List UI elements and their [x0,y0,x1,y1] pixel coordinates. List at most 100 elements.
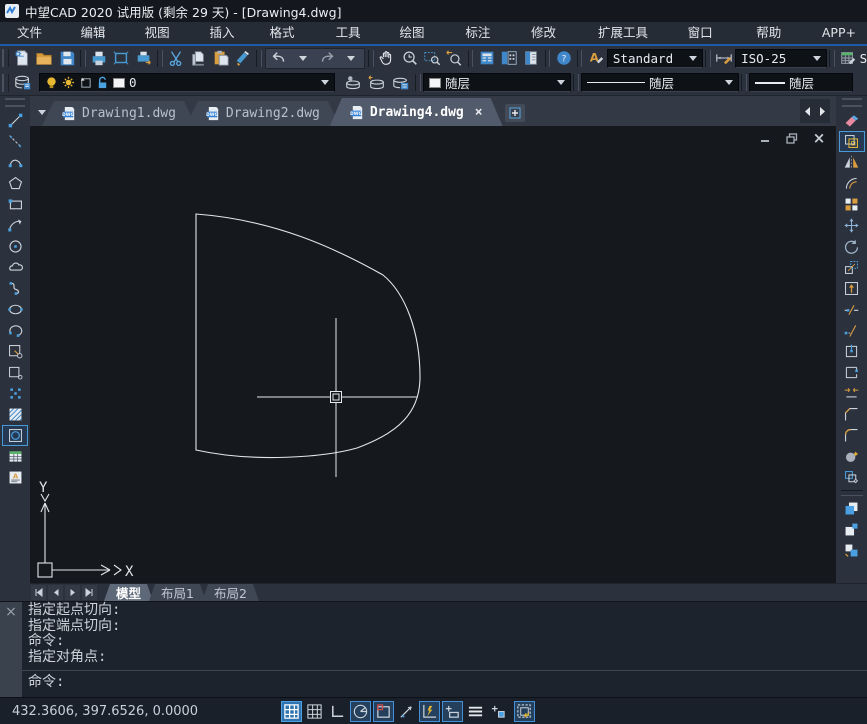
ellipse-tool[interactable] [2,299,28,320]
layer-manager-button[interactable] [11,72,35,94]
explode-tool[interactable] [839,467,865,488]
menu-app-plus[interactable]: APP+ [811,22,867,44]
menu-format[interactable]: 格式(O) [259,22,325,44]
color-select[interactable]: 随层 [423,73,571,92]
menu-draw[interactable]: 绘图(D) [389,22,455,44]
plot-button[interactable] [133,47,155,69]
tool-palettes-button[interactable] [520,47,542,69]
layout-last-button[interactable] [82,585,97,600]
zoom-previous-button[interactable] [443,47,465,69]
draw-order-back-tool[interactable] [839,519,865,540]
rotate-tool[interactable] [839,236,865,257]
cut-button[interactable] [165,47,187,69]
lineweight-toggle[interactable] [442,701,463,722]
circle-tool[interactable] [2,236,28,257]
command-input[interactable]: 命令: [28,675,863,691]
linetype-select[interactable]: 随层 [581,73,739,92]
dim-style-icon[interactable] [713,47,735,69]
print-preview-button[interactable] [110,47,132,69]
insert-block-tool[interactable] [2,341,28,362]
spline-tool[interactable] [2,278,28,299]
dynamic-input-toggle[interactable] [419,701,440,722]
menu-tools[interactable]: 工具(T) [325,22,389,44]
table-style-icon[interactable] [837,47,859,69]
text-style-select[interactable]: Standard [607,49,703,68]
tab-layout2[interactable]: 布局2 [202,584,259,601]
draw-order-front-tool[interactable] [839,498,865,519]
toolbar-grip[interactable] [2,49,9,67]
ellipse-arc-tool[interactable] [2,320,28,341]
hatch-tool[interactable] [2,404,28,425]
tab-scroll-right-icon[interactable] [815,99,830,123]
text-style-icon[interactable]: A [584,47,606,69]
toolbar-grip[interactable] [842,98,862,107]
menu-insert[interactable]: 插入(I) [198,22,258,44]
grid-toggle[interactable] [281,701,302,722]
line-tool[interactable] [2,110,28,131]
revision-cloud-tool[interactable] [2,257,28,278]
table-tool[interactable] [2,446,28,467]
save-button[interactable] [56,47,78,69]
dim-style-select[interactable]: ISO-25 [735,49,827,68]
redo-dropdown-arrow[interactable] [339,47,363,69]
polar-toggle[interactable] [350,701,371,722]
tab-drawing2[interactable]: DWG Drawing2.dwg [186,101,340,126]
layer-previous-button[interactable] [365,72,389,94]
toolbar-grip[interactable] [5,98,25,107]
menu-dimension[interactable]: 标注(N) [454,22,520,44]
array-tool[interactable] [839,194,865,215]
new-file-button[interactable] [11,47,33,69]
model-space-toggle[interactable] [514,701,535,722]
tab-drawing4-active[interactable]: DWG Drawing4.dwg × [330,98,503,126]
erase-tool[interactable] [839,110,865,131]
undo-dropdown-arrow[interactable] [291,47,315,69]
layer-isolate-button[interactable] [389,72,413,94]
command-panel-close[interactable]: × [0,602,22,698]
new-tab-button[interactable] [505,104,525,122]
scale-tool[interactable] [839,257,865,278]
zoom-window-button[interactable] [421,47,443,69]
polygon-tool[interactable] [2,173,28,194]
polyline-tool[interactable] [2,152,28,173]
draw-order-above-tool[interactable] [839,540,865,561]
layout-first-button[interactable] [31,585,46,600]
design-center-button[interactable] [498,47,520,69]
help-button[interactable]: ? [552,47,574,69]
copy-button[interactable] [187,47,209,69]
menu-window[interactable]: 窗口(W) [677,22,746,44]
move-tool[interactable] [839,215,865,236]
model-space-view[interactable]: Y X [30,126,836,583]
rectangle-tool[interactable] [2,194,28,215]
menu-file[interactable]: 文件(F) [6,22,69,44]
match-properties-button[interactable] [232,47,254,69]
drawing-canvas[interactable]: × Y X [30,126,836,583]
menu-view[interactable]: 视图(V) [134,22,199,44]
menu-modify[interactable]: 修改(M) [520,22,587,44]
lineweight-select[interactable]: 随层 [749,73,853,92]
chamfer-tool[interactable] [839,404,865,425]
menu-edit[interactable]: 编辑(E) [69,22,133,44]
layout-prev-button[interactable] [48,585,63,600]
tab-close-icon[interactable]: × [475,105,483,120]
pan-button[interactable] [376,47,398,69]
tab-layout1[interactable]: 布局1 [149,584,206,601]
make-block-tool[interactable] [2,362,28,383]
break-tool[interactable] [839,362,865,383]
offset-tool[interactable] [839,173,865,194]
paste-button[interactable] [210,47,232,69]
blend-curves-tool[interactable] [839,446,865,467]
xline-tool[interactable] [2,131,28,152]
ortho-toggle[interactable] [327,701,348,722]
menu-express-tools[interactable]: 扩展工具(X) [587,22,677,44]
properties-palette-button[interactable] [475,47,497,69]
zoom-realtime-button[interactable] [398,47,420,69]
arc-tool[interactable] [2,215,28,236]
copy-tool[interactable] [839,131,865,152]
fillet-tool[interactable] [839,425,865,446]
stretch-tool[interactable] [839,278,865,299]
otrack-toggle[interactable] [396,701,417,722]
region-tool[interactable] [2,425,28,446]
annotation-scale-button[interactable] [488,701,509,722]
menu-help[interactable]: 帮助(H) [745,22,811,44]
mirror-tool[interactable] [839,152,865,173]
